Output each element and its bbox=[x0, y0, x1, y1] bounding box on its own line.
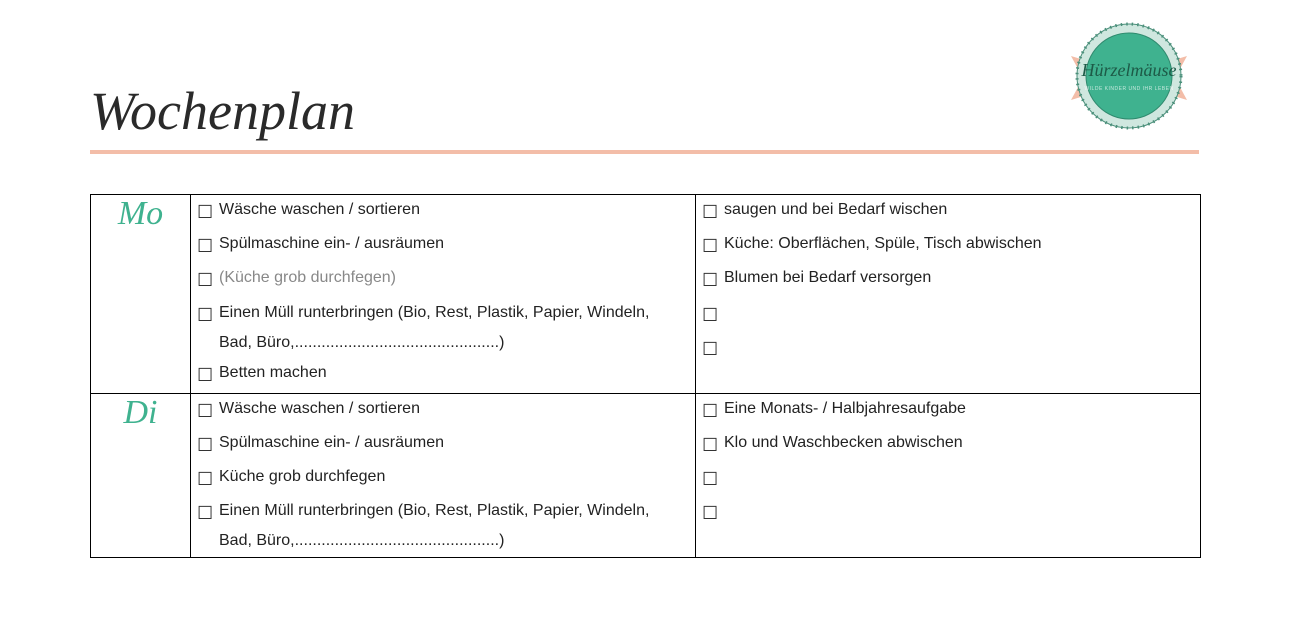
tasks-cell-right: ☐saugen und bei Bedarf wischen☐Küche: Ob… bbox=[696, 195, 1201, 394]
checkbox-icon[interactable]: ☐ bbox=[191, 394, 219, 428]
task-item: ☐Spülmaschine ein- / ausräumen bbox=[191, 229, 695, 263]
task-text: Eine Monats- / Halbjahresaufgabe bbox=[724, 394, 1200, 424]
checkbox-icon[interactable]: ☐ bbox=[696, 195, 724, 229]
task-item: ☐ bbox=[696, 332, 1200, 366]
task-item: ☐ bbox=[696, 298, 1200, 332]
task-item: ☐Spülmaschine ein- / ausräumen bbox=[191, 428, 695, 462]
task-item: ☐Küche: Oberflächen, Spüle, Tisch abwisc… bbox=[696, 229, 1200, 263]
checkbox-icon[interactable]: ☐ bbox=[696, 496, 724, 530]
day-cell: Di bbox=[91, 393, 191, 557]
checkbox-icon[interactable]: ☐ bbox=[696, 332, 724, 366]
checkbox-icon[interactable]: ☐ bbox=[191, 496, 219, 530]
task-item: ☐Küche grob durchfegen bbox=[191, 462, 695, 496]
task-text: Küche: Oberflächen, Spüle, Tisch abwisch… bbox=[724, 229, 1200, 259]
checkbox-icon[interactable]: ☐ bbox=[191, 298, 219, 332]
checkbox-icon[interactable]: ☐ bbox=[191, 358, 219, 392]
checkbox-icon[interactable]: ☐ bbox=[191, 229, 219, 263]
task-item: ☐Eine Monats- / Halbjahresaufgabe bbox=[696, 394, 1200, 428]
task-text: Spülmaschine ein- / ausräumen bbox=[219, 229, 695, 259]
task-item: ☐(Küche grob durchfegen) bbox=[191, 263, 695, 297]
checkbox-icon[interactable]: ☐ bbox=[696, 263, 724, 297]
task-item: ☐ bbox=[696, 496, 1200, 530]
table-row: Di☐Wäsche waschen / sortieren☐Spülmaschi… bbox=[91, 393, 1201, 557]
tasks-cell-left: ☐Wäsche waschen / sortieren☐Spülmaschine… bbox=[191, 393, 696, 557]
checkbox-icon[interactable]: ☐ bbox=[696, 229, 724, 263]
day-cell: Mo bbox=[91, 195, 191, 394]
day-label: Mo bbox=[91, 195, 190, 233]
task-item: ☐Blumen bei Bedarf versorgen bbox=[696, 263, 1200, 297]
task-text: Wäsche waschen / sortieren bbox=[219, 394, 695, 424]
task-text: Wäsche waschen / sortieren bbox=[219, 195, 695, 225]
task-text: Spülmaschine ein- / ausräumen bbox=[219, 428, 695, 458]
task-text: Küche grob durchfegen bbox=[219, 462, 695, 492]
page-title: Wochenplan bbox=[90, 80, 1199, 142]
tasks-cell-left: ☐Wäsche waschen / sortieren☐Spülmaschine… bbox=[191, 195, 696, 394]
task-item: ☐saugen und bei Bedarf wischen bbox=[696, 195, 1200, 229]
task-text: Blumen bei Bedarf versorgen bbox=[724, 263, 1200, 293]
task-item: ☐Wäsche waschen / sortieren bbox=[191, 195, 695, 229]
tasks-cell-right: ☐Eine Monats- / Halbjahresaufgabe☐Klo un… bbox=[696, 393, 1201, 557]
logo-text: Hürzelmäuse bbox=[1081, 60, 1177, 80]
checkbox-icon[interactable]: ☐ bbox=[191, 195, 219, 229]
logo-tagline: WILDE KINDER UND IHR LEBEN bbox=[1084, 86, 1173, 92]
task-item: ☐ bbox=[696, 462, 1200, 496]
task-item: ☐Klo und Waschbecken abwischen bbox=[696, 428, 1200, 462]
task-item: ☐Einen Müll runterbringen (Bio, Rest, Pl… bbox=[191, 298, 695, 359]
week-plan-table: Mo☐Wäsche waschen / sortieren☐Spülmaschi… bbox=[90, 194, 1201, 558]
checkbox-icon[interactable]: ☐ bbox=[696, 428, 724, 462]
task-item: ☐Einen Müll runterbringen (Bio, Rest, Pl… bbox=[191, 496, 695, 557]
task-text: Klo und Waschbecken abwischen bbox=[724, 428, 1200, 458]
table-row: Mo☐Wäsche waschen / sortieren☐Spülmaschi… bbox=[91, 195, 1201, 394]
checkbox-icon[interactable]: ☐ bbox=[191, 263, 219, 297]
task-item: ☐Betten machen bbox=[191, 358, 695, 392]
logo-badge: Hürzelmäuse WILDE KINDER UND IHR LEBEN bbox=[1069, 16, 1189, 136]
checkbox-icon[interactable]: ☐ bbox=[191, 428, 219, 462]
checkbox-icon[interactable]: ☐ bbox=[696, 462, 724, 496]
task-text: saugen und bei Bedarf wischen bbox=[724, 195, 1200, 225]
checkbox-icon[interactable]: ☐ bbox=[191, 462, 219, 496]
day-label: Di bbox=[91, 394, 190, 432]
checkbox-icon[interactable]: ☐ bbox=[696, 298, 724, 332]
task-item: ☐Wäsche waschen / sortieren bbox=[191, 394, 695, 428]
task-text: Einen Müll runterbringen (Bio, Rest, Pla… bbox=[219, 496, 695, 557]
task-text: Einen Müll runterbringen (Bio, Rest, Pla… bbox=[219, 298, 695, 359]
title-divider bbox=[90, 150, 1199, 154]
checkbox-icon[interactable]: ☐ bbox=[696, 394, 724, 428]
task-text: Betten machen bbox=[219, 358, 695, 388]
task-text: (Küche grob durchfegen) bbox=[219, 263, 695, 293]
